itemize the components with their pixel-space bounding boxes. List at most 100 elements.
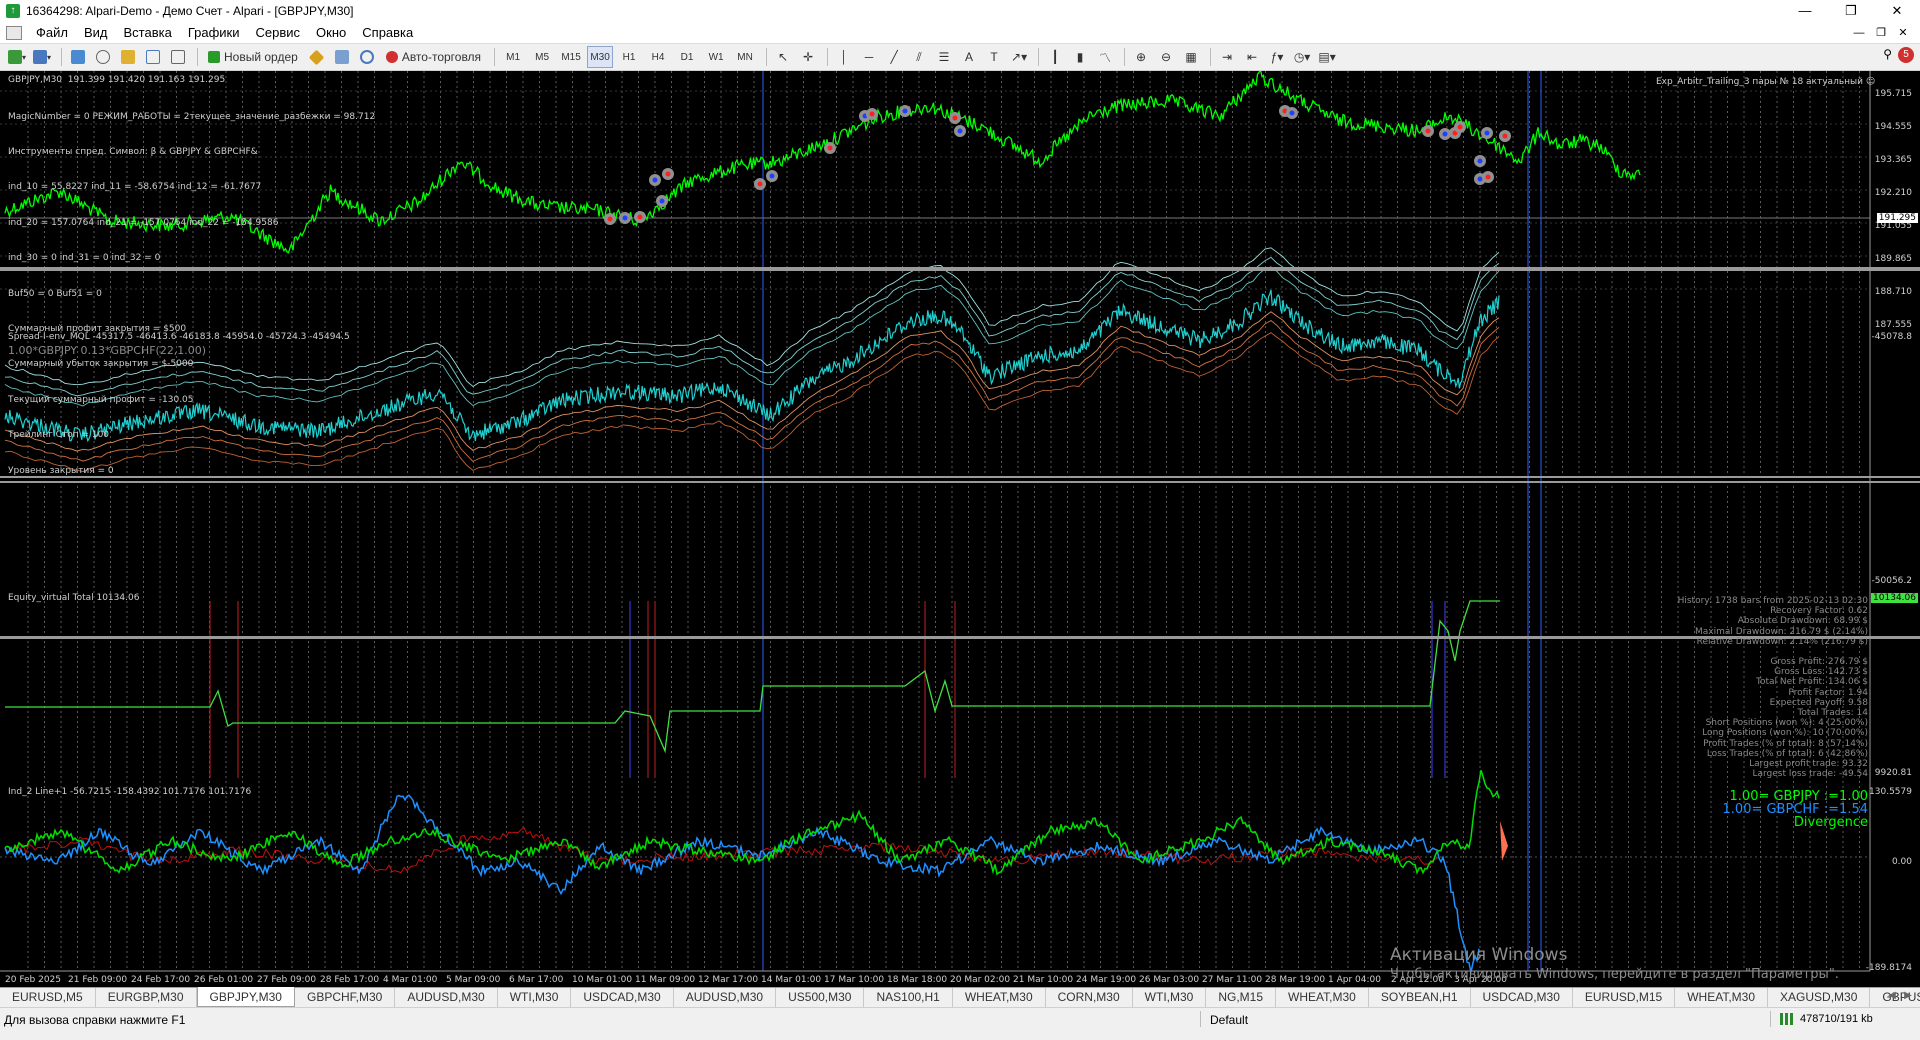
chart-tab[interactable]: US500,M30 bbox=[776, 988, 865, 1007]
maximize-button[interactable]: ❐ bbox=[1828, 0, 1874, 22]
vertical-line-icon[interactable]: │ bbox=[833, 46, 855, 68]
arrows-icon[interactable]: ↗▾ bbox=[1008, 46, 1030, 68]
profiles-icon[interactable]: ▾ bbox=[31, 46, 53, 68]
chart-tab[interactable]: NG,M15 bbox=[1206, 988, 1277, 1007]
chart-tab[interactable]: GBPCHF,M30 bbox=[295, 988, 396, 1007]
new-chart-icon[interactable]: ▾ bbox=[6, 46, 28, 68]
notifications-badge[interactable]: 5 bbox=[1898, 47, 1914, 63]
chart-tab[interactable]: WHEAT,M30 bbox=[953, 988, 1046, 1007]
channel-icon[interactable]: ⫽ bbox=[908, 46, 930, 68]
minimize-button[interactable]: — bbox=[1782, 0, 1828, 22]
periods-icon[interactable]: ◷▾ bbox=[1291, 46, 1313, 68]
zoom-out-icon[interactable]: ⊖ bbox=[1155, 46, 1177, 68]
chart-tab[interactable]: WHEAT,M30 bbox=[1675, 988, 1769, 1007]
chart-tab[interactable]: NAS100,H1 bbox=[864, 988, 953, 1007]
chart-area[interactable]: GBPJPY,M30 191.399 191.420 191.163 191.2… bbox=[0, 71, 1920, 987]
chart-header: GBPJPY,M30 191.399 191.420 191.163 191.2… bbox=[8, 75, 226, 85]
tester-icon[interactable] bbox=[167, 46, 189, 68]
bar-chart-icon[interactable]: ┃ bbox=[1044, 46, 1066, 68]
chart-tabs: EURUSD,M5 EURGBP,M30 GBPJPY,M30 GBPCHF,M… bbox=[0, 987, 1920, 1007]
price-axis-label: 187.555 bbox=[1874, 320, 1912, 330]
app-icon: ↑ bbox=[6, 4, 20, 18]
chart-tab[interactable]: AUDUSD,M30 bbox=[674, 988, 777, 1007]
tf-mn-button[interactable]: MN bbox=[732, 46, 758, 68]
signals-icon[interactable] bbox=[331, 46, 353, 68]
crosshair-icon[interactable]: ✛ bbox=[797, 46, 819, 68]
chart-tab[interactable]: WTI,M30 bbox=[1133, 988, 1207, 1007]
mdi-close-button[interactable]: ✕ bbox=[1892, 22, 1914, 44]
data-window-icon[interactable] bbox=[92, 46, 114, 68]
stat-line: Gross Loss: 142.73 $ bbox=[1774, 667, 1868, 678]
zoom-in-icon[interactable]: ⊕ bbox=[1130, 46, 1152, 68]
templates-icon[interactable]: ▤▾ bbox=[1316, 46, 1338, 68]
chart-tab[interactable]: EURUSD,M5 bbox=[0, 988, 96, 1007]
tile-windows-icon[interactable]: ▦ bbox=[1180, 46, 1202, 68]
navigator-icon[interactable] bbox=[117, 46, 139, 68]
new-order-button[interactable]: Новый ордер bbox=[203, 46, 303, 68]
tabs-scroll-right-icon[interactable]: ▶ bbox=[1900, 990, 1916, 1001]
metaeditor-icon[interactable] bbox=[306, 46, 328, 68]
menu-charts[interactable]: Графики bbox=[180, 25, 248, 40]
chart-tab[interactable]: SOYBEAN,H1 bbox=[1369, 988, 1471, 1007]
market-icon[interactable] bbox=[356, 46, 378, 68]
chart-tab[interactable]: WHEAT,M30 bbox=[1276, 988, 1369, 1007]
chart-tab[interactable]: USDCAD,M30 bbox=[571, 988, 674, 1007]
cursor-icon[interactable]: ↖ bbox=[772, 46, 794, 68]
tf-h1-button[interactable]: H1 bbox=[616, 46, 642, 68]
search-icon[interactable]: ⚲ bbox=[1883, 47, 1892, 61]
chart-tab[interactable]: EURUSD,M15 bbox=[1573, 988, 1676, 1007]
text-icon[interactable]: A bbox=[958, 46, 980, 68]
fibonacci-icon[interactable]: ☰ bbox=[933, 46, 955, 68]
market-watch-icon[interactable] bbox=[67, 46, 89, 68]
line-chart-icon[interactable]: 〽 bbox=[1094, 46, 1116, 68]
menu-view[interactable]: Вид bbox=[76, 25, 116, 40]
chart-tab[interactable]: USDCAD,M30 bbox=[1471, 988, 1573, 1007]
tf-h4-button[interactable]: H4 bbox=[645, 46, 671, 68]
equity-series bbox=[5, 600, 1500, 754]
autoscroll-icon[interactable]: ⇥ bbox=[1216, 46, 1238, 68]
chart-tab[interactable]: EURGBP,M30 bbox=[96, 988, 197, 1007]
tf-m30-button[interactable]: M30 bbox=[587, 46, 614, 68]
tf-m5-button[interactable]: M5 bbox=[529, 46, 555, 68]
chart-tab[interactable]: XAGUSD,M30 bbox=[1768, 988, 1871, 1007]
trade-marker-dot bbox=[1457, 124, 1463, 130]
menu-help[interactable]: Справка bbox=[354, 25, 421, 40]
tf-m15-button[interactable]: M15 bbox=[558, 46, 584, 68]
trade-marker-dot bbox=[1425, 128, 1431, 134]
close-button[interactable]: ✕ bbox=[1874, 0, 1920, 22]
activation-watermark-text: Чтобы активировать Windows, перейдите в … bbox=[1390, 967, 1839, 982]
chart-tab[interactable]: WTI,M30 bbox=[498, 988, 572, 1007]
mdi-restore-button[interactable]: ❐ bbox=[1870, 22, 1892, 44]
expert-label[interactable]: Exp_Arbitr_Trailing_3 пары № 18 актуальн… bbox=[1656, 77, 1875, 89]
info-line: ind_30 = 0 ind_31 = 0 ind_32 = 0 bbox=[8, 253, 161, 264]
trade-marker-dot bbox=[622, 215, 628, 221]
chart-tab[interactable]: CORN,M30 bbox=[1046, 988, 1133, 1007]
tabs-scroll-left-icon[interactable]: ◀ bbox=[1884, 990, 1900, 1001]
chart-shift-icon[interactable]: ⇤ bbox=[1241, 46, 1263, 68]
menu-file[interactable]: Файл bbox=[28, 25, 76, 40]
menu-tools[interactable]: Сервис bbox=[248, 25, 309, 40]
chart-tab-active[interactable]: GBPJPY,M30 bbox=[196, 987, 295, 1007]
chart-window-icon[interactable] bbox=[6, 25, 22, 40]
stat-line: Recovery Factor: 0.62 bbox=[1770, 606, 1868, 617]
price-axis-label: 195.715 bbox=[1874, 89, 1912, 99]
tf-m1-button[interactable]: M1 bbox=[500, 46, 526, 68]
tf-w1-button[interactable]: W1 bbox=[703, 46, 729, 68]
trade-marker-dot bbox=[1442, 131, 1448, 137]
title-bar: ↑ 16364298: Alpari-Demo - Демо Счет - Al… bbox=[0, 0, 1920, 22]
indicators-icon[interactable]: ƒ▾ bbox=[1266, 46, 1288, 68]
label-icon[interactable]: T bbox=[983, 46, 1005, 68]
mdi-minimize-button[interactable]: — bbox=[1848, 22, 1870, 44]
terminal-icon[interactable] bbox=[142, 46, 164, 68]
trade-marker-dot bbox=[1477, 176, 1483, 182]
menu-bar: Файл Вид Вставка Графики Сервис Окно Спр… bbox=[0, 22, 1920, 44]
menu-insert[interactable]: Вставка bbox=[116, 25, 180, 40]
autotrading-button[interactable]: Авто-торговля bbox=[381, 46, 486, 68]
horizontal-line-icon[interactable]: ─ bbox=[858, 46, 880, 68]
trendline-icon[interactable]: ╱ bbox=[883, 46, 905, 68]
chart-tab[interactable]: AUDUSD,M30 bbox=[395, 988, 498, 1007]
time-axis-label: 5 Mar 09:00 bbox=[446, 975, 501, 985]
candlestick-icon[interactable]: ▮ bbox=[1069, 46, 1091, 68]
tf-d1-button[interactable]: D1 bbox=[674, 46, 700, 68]
menu-window[interactable]: Окно bbox=[308, 25, 354, 40]
